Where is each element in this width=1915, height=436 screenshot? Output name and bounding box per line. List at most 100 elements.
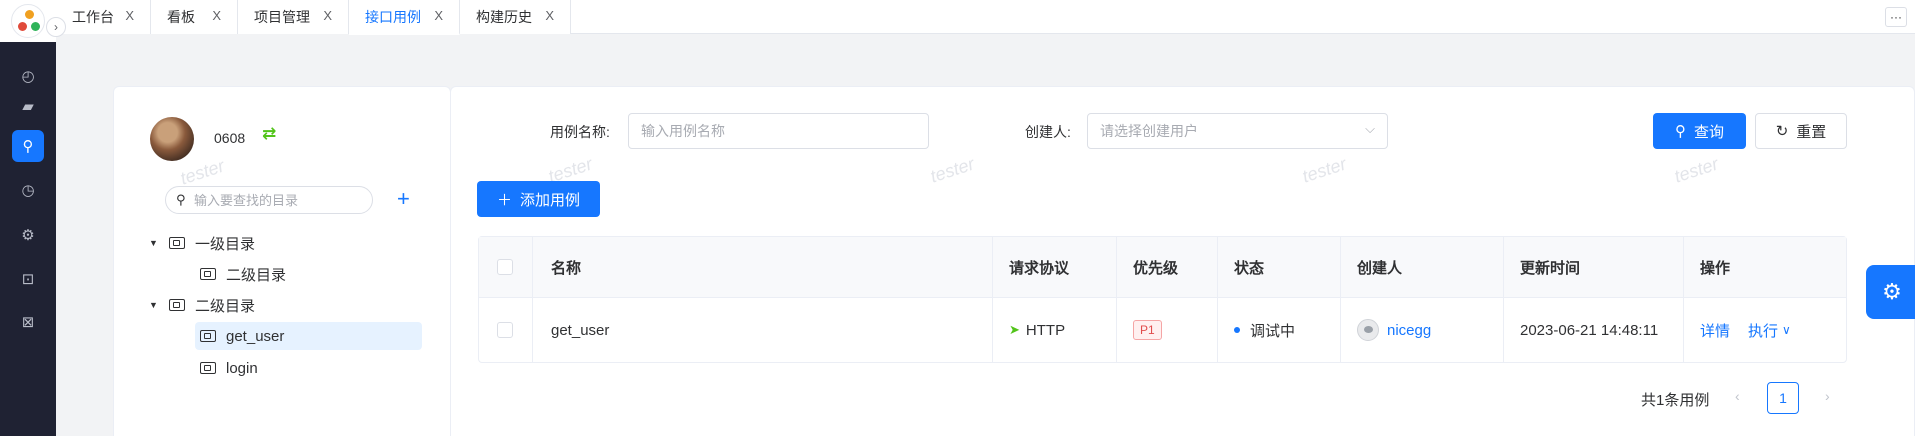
- table-header-select: [479, 237, 533, 298]
- detail-link[interactable]: 详情: [1700, 320, 1730, 341]
- left-rail: › ◴ ▰ ⚲ ◷ ⚙ ⊡ ⊠: [0, 0, 66, 436]
- updated-cell: 2023-06-21 14:48:11: [1504, 298, 1684, 362]
- mail-icon: ⊠: [21, 314, 35, 331]
- history-icon: ◷: [21, 182, 35, 199]
- query-button[interactable]: ⚲ 查询: [1653, 113, 1746, 149]
- protocol-cell: ➤ HTTP: [993, 298, 1117, 362]
- settings-float-button[interactable]: ⚙: [1866, 265, 1915, 319]
- tree-node[interactable]: login: [200, 354, 420, 382]
- next-page-button[interactable]: ›: [1825, 388, 1830, 404]
- switch-user-icon[interactable]: ⇄: [262, 124, 276, 144]
- folder-icon: ▰: [22, 98, 34, 115]
- column-header-actions: 操作: [1684, 237, 1846, 298]
- actions-cell: 详情 执行 ∨: [1684, 298, 1846, 362]
- prev-page-button[interactable]: ‹: [1735, 388, 1740, 404]
- nav-files[interactable]: ▰: [12, 90, 44, 122]
- tab-label: 项目管理: [254, 9, 310, 25]
- tree-node[interactable]: ▼ 一级目录: [149, 229, 419, 257]
- creator-link[interactable]: nicegg: [1387, 322, 1431, 339]
- tree-node[interactable]: 二级目录: [200, 260, 420, 288]
- avatar: [150, 117, 194, 161]
- caret-down-icon[interactable]: ▼: [149, 238, 163, 248]
- close-icon[interactable]: X: [125, 8, 134, 23]
- close-icon[interactable]: X: [434, 8, 443, 23]
- search-icon: ⚲: [176, 192, 186, 207]
- page-button-current[interactable]: 1: [1767, 382, 1799, 414]
- nav-history[interactable]: ◷: [12, 174, 44, 206]
- add-directory-button[interactable]: +: [397, 187, 410, 211]
- tab-projects[interactable]: 项目管理 X: [238, 0, 349, 34]
- table-row-select: [479, 298, 533, 362]
- chevron-down-icon: ⌵: [1365, 121, 1375, 136]
- column-header-updated: 更新时间: [1504, 237, 1684, 298]
- search-icon: ⚲: [1674, 123, 1686, 140]
- column-header-name: 名称: [533, 237, 993, 298]
- creator-select[interactable]: ⌵: [1087, 113, 1388, 149]
- collapse-sidebar-button[interactable]: ›: [46, 17, 66, 37]
- creator-label: 创建人:: [1025, 124, 1071, 140]
- tab-label: 构建历史: [476, 9, 532, 25]
- tab-bar: 工作台 X 看板 X 项目管理 X 接口用例 X 构建历史 X ···: [56, 0, 1915, 35]
- gear-icon: ⚙: [1882, 279, 1902, 304]
- reset-button-label: 重置: [1796, 123, 1827, 141]
- nav-api-cases[interactable]: ⚲: [12, 130, 44, 162]
- priority-badge: P1: [1133, 320, 1162, 340]
- case-table: 名称 请求协议 优先级 状态 创建人 更新时间 操作 get_user ➤ HT…: [478, 236, 1847, 363]
- case-name-label: 用例名称:: [550, 124, 610, 140]
- tree-node[interactable]: ▼ 二级目录: [149, 291, 419, 319]
- tab-workbench[interactable]: 工作台 X: [56, 0, 151, 34]
- status-dot: [1234, 327, 1240, 333]
- close-icon[interactable]: X: [212, 8, 221, 23]
- folder-icon: [169, 299, 185, 311]
- nav-dashboard[interactable]: ◴: [12, 60, 44, 92]
- user-name: 0608: [214, 130, 246, 146]
- run-dropdown-button[interactable]: 执行: [1748, 320, 1778, 341]
- send-icon: ➤: [1009, 322, 1020, 337]
- column-header-status: 状态: [1218, 237, 1341, 298]
- add-case-button[interactable]: ＋ 添加用例: [477, 181, 600, 217]
- nav-messages[interactable]: ⊠: [12, 306, 44, 338]
- tab-board[interactable]: 看板 X: [151, 0, 238, 34]
- creator-cell: nicegg: [1341, 298, 1504, 362]
- tab-label: 看板: [167, 9, 195, 25]
- close-icon[interactable]: X: [545, 8, 554, 23]
- column-header-protocol: 请求协议: [993, 237, 1117, 298]
- reset-button[interactable]: ↻ 重置: [1755, 113, 1847, 149]
- pagination-summary: 共1条用例: [1641, 392, 1710, 409]
- nav-settings[interactable]: ⚙: [12, 219, 44, 251]
- gear-icon: ⚙: [21, 227, 35, 244]
- folder-icon: [200, 362, 216, 374]
- plus-icon: ＋: [496, 191, 512, 209]
- close-icon[interactable]: X: [323, 8, 332, 23]
- chevron-down-icon[interactable]: ∨: [1782, 323, 1791, 337]
- status-cell: 调试中: [1218, 298, 1341, 362]
- tab-label: 接口用例: [365, 8, 421, 25]
- logo-icon: [11, 4, 45, 38]
- protocol-value: HTTP: [1025, 321, 1066, 339]
- tab-api-cases[interactable]: 接口用例 X: [349, 0, 460, 35]
- tree-node-selected[interactable]: get_user: [195, 322, 422, 350]
- case-name-field: [628, 113, 929, 149]
- select-all-checkbox[interactable]: [497, 259, 513, 275]
- tab-label: 工作台: [72, 9, 114, 25]
- refresh-icon: ↻: [1775, 123, 1789, 140]
- lock-icon: ⊡: [21, 271, 35, 288]
- api-link-icon: ⚲: [22, 138, 34, 155]
- add-case-button-label: 添加用例: [520, 191, 581, 209]
- case-name-input[interactable]: [641, 122, 896, 140]
- case-name-cell: get_user: [533, 298, 993, 362]
- folder-icon: [169, 237, 185, 249]
- nav-security[interactable]: ⊡: [12, 263, 44, 295]
- creator-avatar: [1357, 319, 1379, 341]
- tree-node-label: login: [226, 359, 258, 377]
- tree-node-label: 一级目录: [195, 235, 256, 253]
- folder-icon: [200, 268, 216, 280]
- caret-down-icon[interactable]: ▼: [149, 300, 163, 310]
- query-button-label: 查询: [1693, 123, 1724, 141]
- row-checkbox[interactable]: [497, 322, 513, 338]
- priority-cell: P1: [1117, 298, 1218, 362]
- directory-search-input[interactable]: [194, 191, 364, 209]
- more-tabs-button[interactable]: ···: [1885, 7, 1907, 27]
- creator-select-input[interactable]: [1100, 122, 1355, 140]
- tab-build-history[interactable]: 构建历史 X: [460, 0, 571, 34]
